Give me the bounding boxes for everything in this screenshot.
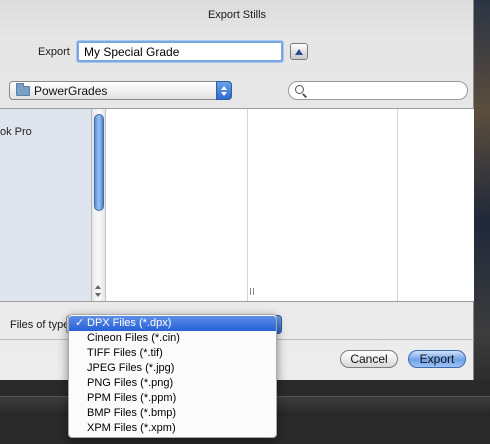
checkmark-icon: ✓	[75, 317, 85, 329]
column-resize-handle[interactable]	[250, 288, 254, 295]
disclosure-up-icon	[295, 48, 303, 55]
browser-column-3[interactable]	[398, 109, 474, 301]
file-name-input[interactable]	[77, 41, 283, 62]
search-input[interactable]	[307, 84, 462, 97]
menu-item-dpx[interactable]: ✓ DPX Files (*.dpx)	[69, 316, 276, 331]
menu-item-cineon[interactable]: Cineon Files (*.cin)	[69, 331, 276, 346]
search-field[interactable]	[288, 81, 468, 100]
menu-item-xpm[interactable]: XPM Files (*.xpm)	[69, 421, 276, 436]
background-strip-right	[474, 0, 490, 444]
menu-item-label: DPX Files (*.dpx)	[87, 317, 172, 329]
browser-column-1[interactable]	[106, 109, 248, 301]
scroll-up-icon[interactable]	[95, 285, 101, 289]
dialog-title: Export Stills	[207, 9, 267, 21]
scroll-arrows[interactable]	[95, 285, 101, 297]
location-popup-stepper	[216, 81, 232, 100]
menu-item-tiff[interactable]: TIFF Files (*.tif)	[69, 346, 276, 361]
chevron-down-icon	[221, 91, 227, 96]
file-browser: ok Pro	[0, 108, 474, 302]
browser-column-2[interactable]	[248, 109, 398, 301]
scroll-down-icon[interactable]	[95, 293, 101, 297]
files-of-type-label: Files of type	[10, 319, 70, 331]
location-popup[interactable]: PowerGrades	[9, 81, 232, 100]
menu-item-jpeg[interactable]: JPEG Files (*.jpg)	[69, 361, 276, 376]
location-label: PowerGrades	[34, 83, 108, 98]
folder-icon	[16, 82, 30, 96]
menu-item-png[interactable]: PNG Files (*.png)	[69, 376, 276, 391]
collapse-browser-button[interactable]	[290, 43, 308, 60]
sidebar-scrollbar[interactable]	[92, 109, 106, 301]
export-button[interactable]: Export	[408, 350, 466, 368]
scrollbar-thumb[interactable]	[94, 114, 104, 211]
file-type-menu: ✓ DPX Files (*.dpx) Cineon Files (*.cin)…	[68, 314, 277, 438]
sidebar: ok Pro	[0, 109, 92, 301]
search-icon	[295, 85, 304, 94]
cancel-button[interactable]: Cancel	[340, 350, 398, 368]
menu-item-ppm[interactable]: PPM Files (*.ppm)	[69, 391, 276, 406]
sidebar-item-device[interactable]: ok Pro	[0, 126, 32, 138]
menu-item-bmp[interactable]: BMP Files (*.bmp)	[69, 406, 276, 421]
export-label: Export	[38, 46, 70, 58]
chevron-up-icon	[221, 85, 227, 90]
